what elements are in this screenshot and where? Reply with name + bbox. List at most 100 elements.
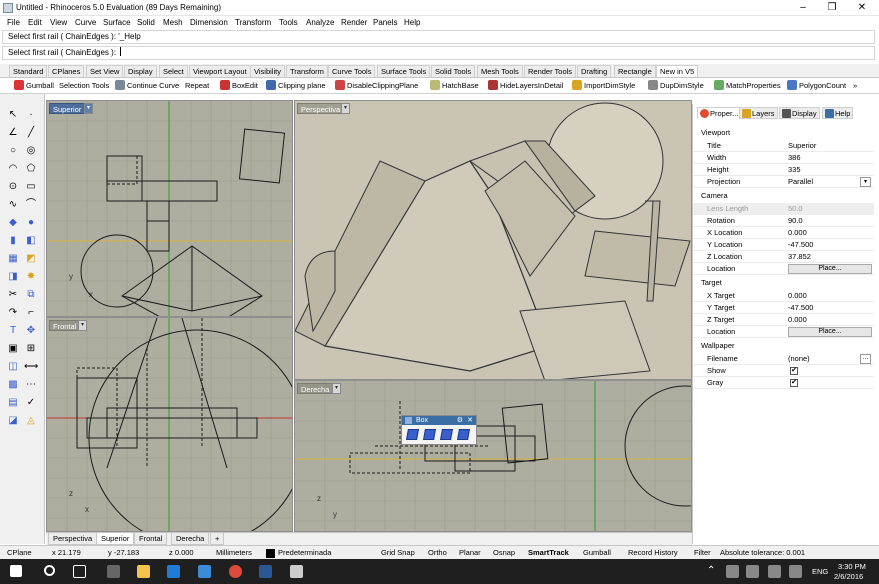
viewport-derecha[interactable]: z y Derecha ▾: [294, 380, 692, 532]
menu-transform[interactable]: Transform: [235, 18, 271, 27]
more-tools-button[interactable]: »: [853, 80, 857, 92]
tab-new-in-v5[interactable]: New in V5: [656, 65, 699, 77]
status-smarttrack[interactable]: SmartTrack: [528, 548, 569, 558]
menu-help[interactable]: Help: [404, 18, 420, 27]
prop-row-y-location[interactable]: Y Location -47.500: [693, 239, 874, 251]
menu-file[interactable]: File: [7, 18, 20, 27]
file-explorer-icon[interactable]: [137, 565, 150, 578]
status-osnap[interactable]: Osnap: [493, 548, 515, 558]
status-filter[interactable]: Filter: [694, 548, 711, 558]
point-icon[interactable]: ·: [24, 108, 38, 122]
boolean-icon[interactable]: ◩: [24, 252, 38, 266]
prop-row-z-target[interactable]: Z Target 0.000: [693, 314, 874, 326]
close-button[interactable]: ✕: [848, 0, 876, 16]
menu-dimension[interactable]: Dimension: [190, 18, 228, 27]
menu-view[interactable]: View: [50, 18, 67, 27]
polygon-count-tool[interactable]: PolygonCount: [787, 80, 846, 92]
show-checkbox[interactable]: ✔: [790, 367, 798, 375]
tab-cplanes[interactable]: CPlanes: [48, 65, 85, 77]
viewport-tab-frontal[interactable]: Frontal: [134, 533, 168, 545]
layer-tool-icon[interactable]: ◫: [6, 360, 20, 374]
box-diagonal-icon[interactable]: [423, 429, 436, 440]
status-gumball[interactable]: Gumball: [583, 548, 611, 558]
move-icon[interactable]: ✥: [24, 324, 38, 338]
chamfer-icon[interactable]: ⌐: [24, 306, 38, 320]
tab-select[interactable]: Select: [159, 65, 188, 77]
viewport-perspectiva-label[interactable]: Perspectiva: [297, 103, 345, 114]
rhino-taskbar-icon[interactable]: [290, 565, 303, 578]
tab-drafting[interactable]: Drafting: [577, 65, 612, 77]
taskbar-app-icon[interactable]: [107, 565, 120, 578]
chrome-icon[interactable]: [229, 565, 242, 578]
network-icon[interactable]: [746, 565, 759, 578]
boxedit-tool[interactable]: BoxEdit: [220, 80, 258, 92]
prop-row-z-location[interactable]: Z Location 37.852: [693, 251, 874, 263]
frontal-dropdown-icon[interactable]: ▾: [78, 320, 87, 331]
import-dim-style-tool[interactable]: ImportDimStyle: [572, 80, 635, 92]
select-arrow-icon[interactable]: ↖: [6, 108, 20, 122]
edge-browser-icon[interactable]: [167, 565, 180, 578]
battery-icon[interactable]: [726, 565, 739, 578]
box-palette-header[interactable]: Box ✕ ⚙: [402, 416, 476, 425]
continue-curve-tool[interactable]: Continue Curve: [115, 80, 179, 92]
camera-place-button[interactable]: Place...: [788, 264, 872, 274]
trim-icon[interactable]: ✂: [6, 288, 20, 302]
explode-icon[interactable]: ✸: [24, 270, 38, 284]
tab-display[interactable]: Display: [124, 65, 157, 77]
prop-row-height[interactable]: Height 335: [693, 164, 874, 176]
task-view-icon[interactable]: [73, 565, 86, 578]
menu-analyze[interactable]: Analyze: [306, 18, 334, 27]
prop-row-title[interactable]: Title Superior: [693, 140, 874, 152]
circle-icon[interactable]: ○: [6, 144, 20, 158]
tab-transform[interactable]: Transform: [286, 65, 328, 77]
maximize-button[interactable]: ❐: [818, 0, 846, 16]
tab-viewport-layout[interactable]: Viewport Layout: [189, 65, 251, 77]
join-icon[interactable]: ⧉: [24, 288, 38, 302]
clock-time[interactable]: 3:30 PM: [838, 562, 866, 571]
box-palette-gear-icon[interactable]: ⚙: [457, 416, 463, 425]
split-icon[interactable]: ◨: [6, 270, 20, 284]
array-icon[interactable]: ⊞: [24, 342, 38, 356]
dimension-icon[interactable]: ⟷: [24, 360, 38, 374]
volume-icon[interactable]: [768, 565, 781, 578]
extrude-icon[interactable]: ◧: [24, 234, 38, 248]
polygon-icon[interactable]: ⬠: [24, 162, 38, 176]
panel-tab-display[interactable]: Display: [779, 107, 820, 119]
gray-checkbox[interactable]: ✔: [790, 379, 798, 387]
menu-surface[interactable]: Surface: [103, 18, 131, 27]
status-cplane[interactable]: CPlane: [7, 548, 32, 558]
sphere-icon[interactable]: ●: [24, 216, 38, 230]
selection-tools-tool[interactable]: Selection Tools: [59, 80, 109, 92]
prop-row-x-target[interactable]: X Target 0.000: [693, 290, 874, 302]
viewport-frontal-label[interactable]: Frontal: [49, 320, 81, 331]
ellipse-icon[interactable]: ◎: [24, 144, 38, 158]
menu-curve[interactable]: Curve: [75, 18, 96, 27]
status-units[interactable]: Millimeters: [216, 548, 252, 558]
status-grid-snap[interactable]: Grid Snap: [381, 548, 415, 558]
tab-surface-tools[interactable]: Surface Tools: [377, 65, 431, 77]
status-ortho[interactable]: Ortho: [428, 548, 447, 558]
tab-mesh-tools[interactable]: Mesh Tools: [477, 65, 523, 77]
clock-date[interactable]: 2/6/2016: [834, 572, 863, 581]
tab-curve-tools[interactable]: Curve Tools: [328, 65, 376, 77]
viewport-superior-label[interactable]: Superior: [49, 103, 86, 114]
menu-panels[interactable]: Panels: [373, 18, 397, 27]
gumball-tool[interactable]: Gumball: [14, 80, 54, 92]
viewport-superior[interactable]: y x Superior ▾: [46, 100, 293, 317]
prop-row-projection[interactable]: Projection Parallel ▾: [693, 176, 874, 188]
status-layer[interactable]: Predeterminada: [278, 548, 331, 558]
tab-solid-tools[interactable]: Solid Tools: [431, 65, 476, 77]
panel-tab-layers[interactable]: Layers: [739, 107, 778, 119]
viewport-tab-perspectiva[interactable]: Perspectiva: [48, 533, 98, 545]
viewport-tab-derecha[interactable]: Derecha: [171, 533, 210, 545]
derecha-dropdown-icon[interactable]: ▾: [332, 383, 341, 394]
fillet-icon[interactable]: ⌒: [24, 198, 38, 212]
filename-browse-button[interactable]: …: [860, 354, 871, 364]
check-icon[interactable]: ✓: [24, 396, 38, 410]
rectangle-icon[interactable]: ▭: [24, 180, 38, 194]
group-icon[interactable]: ▣: [6, 342, 20, 356]
tray-expand-icon[interactable]: ⌃: [707, 565, 720, 578]
viewport-perspectiva[interactable]: Perspectiva ▾: [294, 100, 692, 380]
mesh-icon[interactable]: ▦: [6, 252, 20, 266]
search-icon[interactable]: [44, 565, 55, 576]
